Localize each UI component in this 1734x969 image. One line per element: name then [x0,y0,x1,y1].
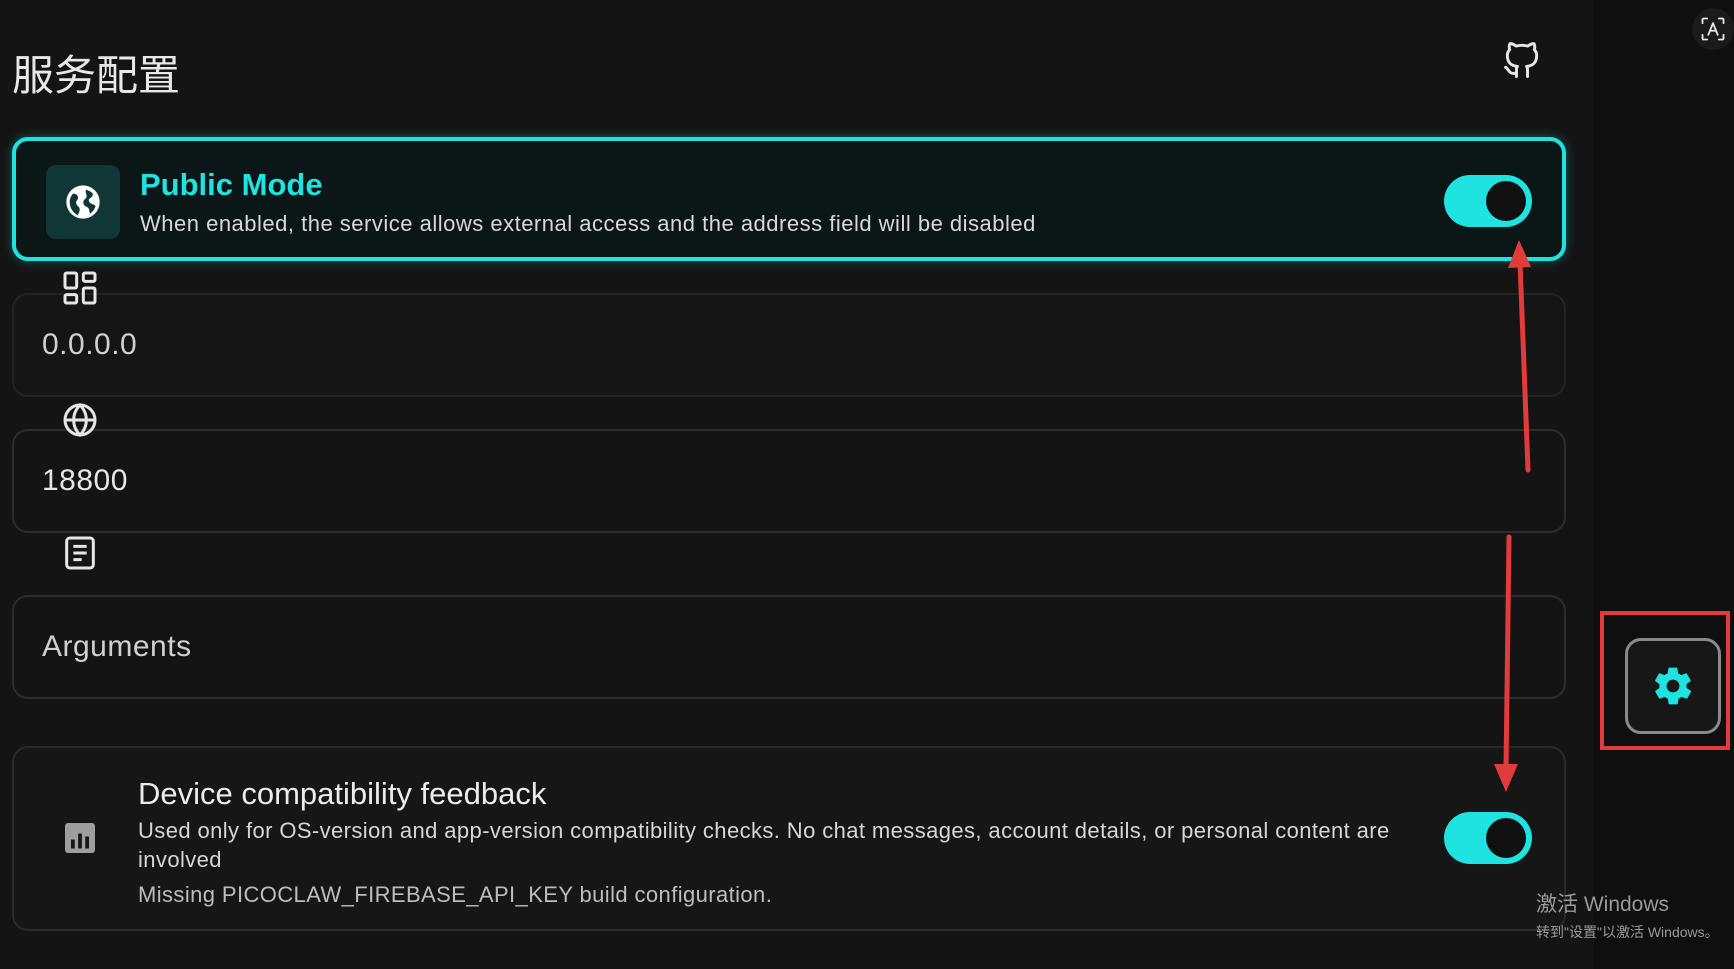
public-mode-card: Public Mode When enabled, the service al… [12,137,1566,261]
feedback-note: Missing PICOCLAW_FIREBASE_API_KEY build … [138,882,773,907]
dashboard-grid-icon[interactable] [60,268,100,308]
github-icon[interactable] [1500,38,1544,82]
gear-icon [1655,667,1692,705]
address-field[interactable] [12,293,1566,397]
public-mode-description: When enabled, the service allows externa… [140,211,1036,236]
feedback-description: Used only for OS-version and app-version… [138,818,1390,872]
watermark-line2: 转到"设置"以激活 Windows。 [1536,924,1719,940]
translate-icon[interactable] [1692,8,1734,50]
public-mode-icon-box [46,165,120,239]
windows-activation-watermark: 激活 Windows 转到"设置"以激活 Windows。 [1536,888,1719,942]
public-mode-toggle[interactable] [1444,175,1532,227]
globe-icon [66,185,100,219]
side-rail [1594,0,1734,969]
port-field[interactable] [12,429,1566,533]
feedback-card: Device compatibility feedback Used only … [12,746,1566,931]
document-list-icon[interactable] [60,533,100,573]
arguments-field[interactable] [12,595,1566,699]
feedback-title: Device compatibility feedback [138,776,547,811]
feedback-toggle[interactable] [1444,812,1532,864]
page-title: 服务配置 [12,51,181,100]
toggle-knob [1486,818,1526,858]
address-input[interactable] [42,295,1442,395]
arguments-input[interactable] [42,597,1442,697]
watermark-line1: 激活 Windows [1536,893,1670,916]
globe-icon[interactable] [60,400,100,440]
bar-chart-icon [65,823,95,853]
port-input[interactable] [42,431,1442,531]
toggle-knob [1486,181,1526,221]
public-mode-title: Public Mode [140,167,323,202]
settings-button[interactable] [1625,638,1721,734]
